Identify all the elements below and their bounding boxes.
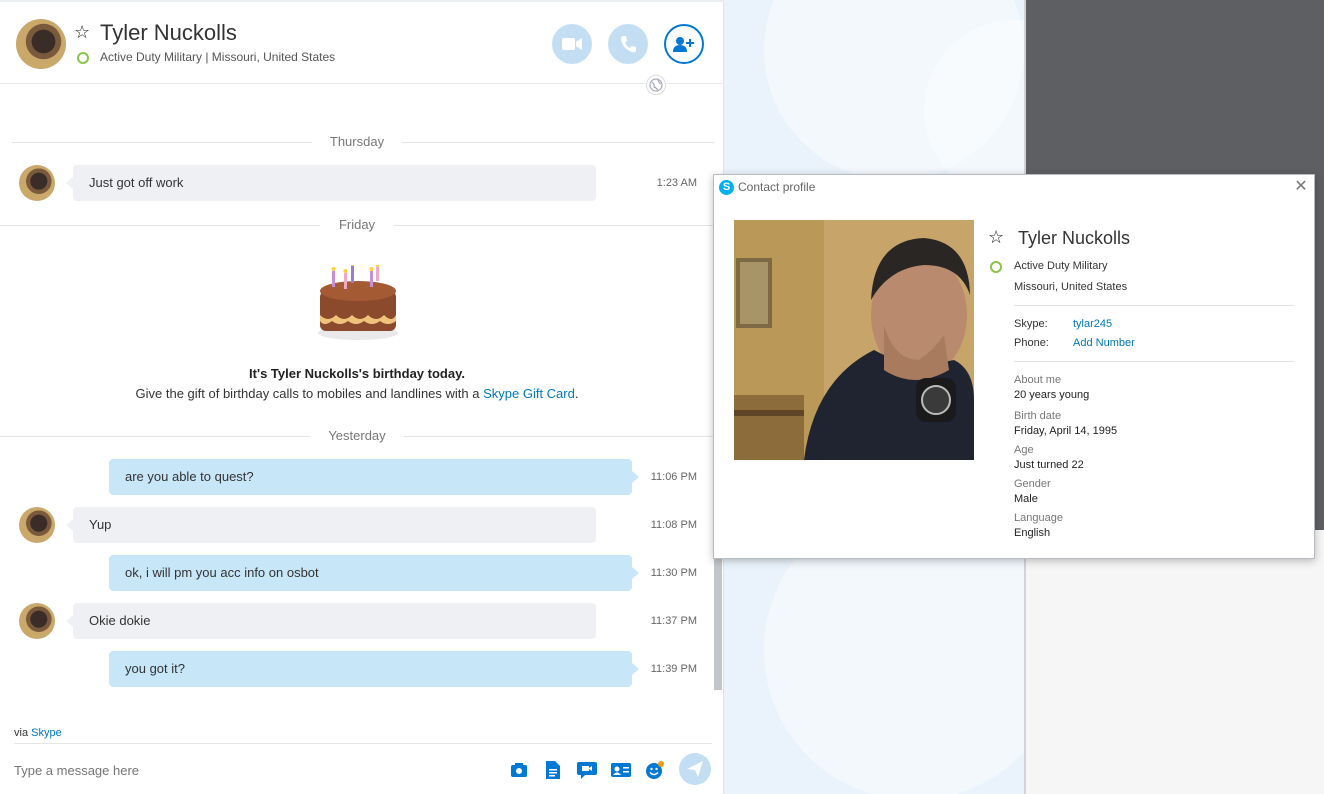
via-prefix: via — [14, 727, 32, 739]
age-label: Age — [1014, 444, 1034, 456]
video-call-button[interactable] — [552, 24, 592, 64]
birthday-text-suffix: . — [574, 386, 579, 401]
language-value: English — [1014, 527, 1051, 539]
add-number-link[interactable]: Add Number — [1073, 337, 1135, 349]
video-message-icon — [577, 762, 597, 779]
birth-date-value: Friday, April 14, 1995 — [1014, 425, 1118, 437]
gender-value: Male — [1014, 493, 1038, 505]
phone-icon — [621, 36, 636, 53]
media-icon — [511, 763, 527, 777]
incoming-message[interactable]: Yup — [66, 507, 596, 543]
video-camera-icon — [562, 38, 582, 50]
profile-location: Missouri, United States — [1014, 281, 1128, 293]
favorite-star-icon[interactable]: ☆ — [74, 22, 90, 43]
presence-status-icon — [77, 52, 89, 64]
day-separator: Yesterday — [0, 426, 714, 446]
conversation-header: ☆ Tyler Nuckolls Active Duty Military | … — [0, 2, 724, 84]
file-icon — [546, 761, 560, 779]
profile-name: Tyler Nuckolls — [1018, 228, 1131, 248]
contact-avatar[interactable] — [16, 19, 66, 69]
translator-globe-icon[interactable] — [646, 75, 666, 95]
via-label: via Skype — [14, 727, 62, 739]
message-time: 11:39 PM — [650, 663, 697, 675]
send-media-button[interactable] — [509, 760, 529, 780]
day-separator: Friday — [0, 215, 714, 235]
emoticons-button[interactable] — [645, 760, 665, 780]
message-time: 1:23 AM — [656, 177, 697, 189]
outgoing-message[interactable]: ok, i will pm you acc info on osbot — [109, 555, 639, 591]
outgoing-message[interactable]: are you able to quest? — [109, 459, 639, 495]
message-avatar[interactable] — [19, 507, 55, 543]
profile-mood: Active Duty Military — [1014, 260, 1108, 272]
contact-mood-location: Active Duty Military | Missouri, United … — [100, 50, 336, 64]
video-message-button[interactable] — [577, 760, 597, 780]
contact-name[interactable]: Tyler Nuckolls — [100, 20, 237, 46]
outgoing-message[interactable]: you got it? — [109, 651, 639, 687]
day-separator: Thursday — [0, 132, 714, 152]
compose-divider — [14, 743, 712, 744]
close-icon[interactable]: ✕ — [1292, 177, 1310, 197]
contact-card-icon — [611, 763, 631, 777]
language-label: Language — [1014, 512, 1063, 524]
emoticon-icon — [646, 761, 664, 779]
contact-profile-window: S Contact profile ✕ ☆ Tyler Nuckolls Act… — [713, 174, 1315, 559]
message-time: 11:06 PM — [650, 471, 697, 483]
profile-photo-image — [734, 220, 974, 460]
profile-divider — [1014, 305, 1294, 306]
add-people-button[interactable] — [664, 24, 704, 64]
profile-photo — [734, 220, 974, 460]
birthday-text-prefix: Give the gift of birthday calls to mobil… — [135, 386, 484, 401]
skype-gift-card-link[interactable]: Skype Gift Card — [483, 386, 575, 401]
age-value: Just turned 22 — [1014, 459, 1084, 471]
via-skype-link[interactable]: Skype — [31, 727, 62, 739]
day-label: Thursday — [315, 134, 399, 149]
phone-label: Phone: — [1014, 337, 1049, 349]
skype-name-label: Skype: — [1014, 318, 1048, 330]
favorite-star-icon[interactable]: ☆ — [988, 227, 1004, 248]
skype-logo-icon: S — [719, 180, 734, 195]
message-time: 11:08 PM — [650, 519, 697, 531]
birth-date-label: Birth date — [1014, 410, 1062, 422]
chat-window: ☆ Tyler Nuckolls Active Duty Military | … — [0, 0, 724, 794]
incoming-message[interactable]: Okie dokie — [66, 603, 596, 639]
background-window-bottom — [1026, 530, 1324, 794]
message-avatar[interactable] — [19, 603, 55, 639]
about-label: About me — [1014, 374, 1062, 386]
message-avatar[interactable] — [19, 165, 55, 201]
presence-status-icon — [990, 261, 1002, 273]
screen: ☆ Tyler Nuckolls Active Duty Military | … — [0, 0, 1324, 794]
about-value: 20 years young — [1014, 389, 1090, 401]
message-time: 11:30 PM — [650, 567, 697, 579]
incoming-message[interactable]: Just got off work — [66, 165, 596, 201]
message-input[interactable] — [14, 763, 314, 778]
message-time: 11:37 PM — [650, 615, 697, 627]
birthday-title: It's Tyler Nuckolls's birthday today. — [249, 366, 465, 381]
audio-call-button[interactable] — [608, 24, 648, 64]
profile-window-title: Contact profile — [738, 180, 816, 194]
conversation-scrollbar[interactable] — [714, 552, 722, 690]
profile-divider — [1014, 361, 1294, 362]
send-button[interactable] — [679, 753, 711, 785]
birthday-text: Give the gift of birthday calls to mobil… — [0, 386, 714, 401]
send-file-button[interactable] — [543, 760, 563, 780]
add-people-icon — [673, 37, 694, 52]
day-label: Friday — [324, 217, 390, 232]
profile-titlebar[interactable]: S Contact profile ✕ — [714, 175, 1314, 201]
skype-name-value[interactable]: tylar245 — [1073, 318, 1112, 330]
day-label: Yesterday — [314, 428, 400, 443]
gender-label: Gender — [1014, 478, 1051, 490]
birthday-cake-icon — [318, 265, 398, 340]
send-contacts-button[interactable] — [611, 760, 631, 780]
send-icon — [687, 761, 703, 777]
